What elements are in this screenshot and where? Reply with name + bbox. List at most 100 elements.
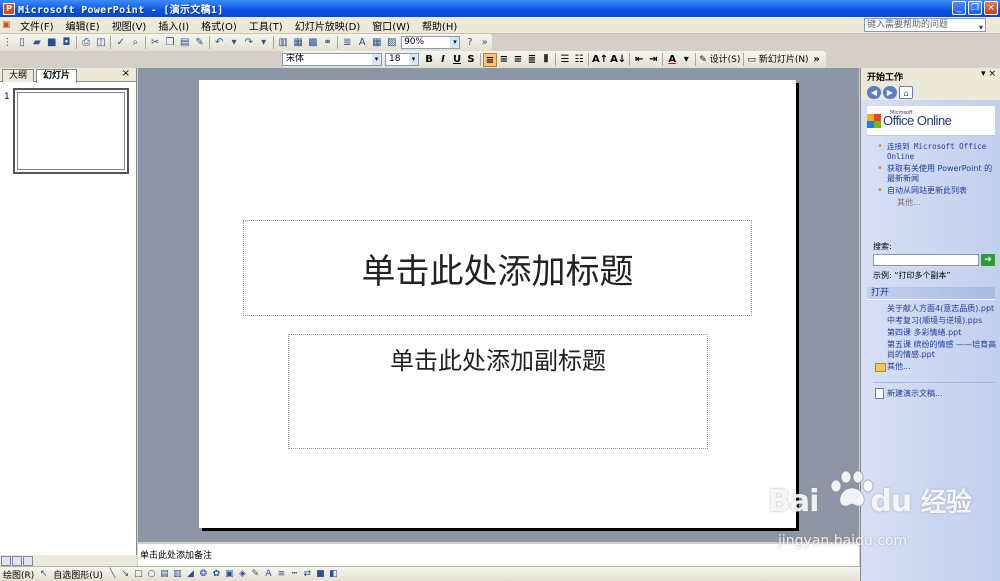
bullets-icon[interactable]: ☷ (572, 53, 586, 67)
notes-pane[interactable]: 单击此处添加备注 (138, 542, 859, 566)
recent-file[interactable]: 第五课 缤纷的情感 ——培育高尚的情感.ppt (873, 340, 997, 360)
undo-icon[interactable]: ↶ (212, 35, 227, 50)
title-bar[interactable]: P Microsoft PowerPoint - [演示文稿1] _ ❐ × (0, 0, 1000, 17)
shadow-button[interactable]: S (464, 53, 478, 67)
justify-icon[interactable]: ≣ (525, 53, 539, 67)
menu-format[interactable]: 格式(O) (195, 18, 243, 33)
autoshapes-menu-button[interactable]: 自选图形(U) (50, 568, 106, 581)
clipart-icon[interactable]: ✿ (210, 568, 223, 580)
dash-style-icon[interactable]: ┅ (288, 568, 301, 580)
font-size-select[interactable]: 18 ▾ (385, 53, 419, 66)
menu-slideshow[interactable]: 幻灯片放映(D) (289, 18, 367, 33)
title-placeholder[interactable]: 单击此处添加标题 (243, 220, 752, 316)
link-connect-office-online[interactable]: 连接到 Microsoft Office Online (871, 142, 997, 162)
insert-chart-icon[interactable]: ▥ (276, 35, 291, 50)
research-icon[interactable]: ⌕ (128, 35, 143, 50)
menu-file[interactable]: 文件(F) (14, 18, 60, 33)
print-icon[interactable]: ⎙ (79, 35, 94, 50)
normal-view-icon[interactable] (1, 555, 11, 566)
home-icon[interactable]: ⌂ (899, 85, 913, 99)
arrow-icon[interactable]: ↘ (119, 568, 132, 580)
chevron-down-icon[interactable]: ▾ (372, 54, 381, 65)
menu-view[interactable]: 视图(V) (106, 18, 153, 33)
chevron-down-icon[interactable]: ▾ (450, 37, 460, 48)
close-icon[interactable]: × (122, 68, 130, 79)
decrease-font-icon[interactable]: A↓ (609, 53, 627, 67)
search-input[interactable] (873, 254, 979, 266)
save-icon[interactable]: ■ (44, 35, 59, 50)
columns-icon[interactable]: ⫴ (539, 53, 553, 67)
restore-button[interactable]: ❐ (968, 1, 982, 15)
document-icon[interactable]: ▣ (2, 19, 12, 32)
redo-icon[interactable]: ↷ (241, 35, 256, 50)
print-preview-icon[interactable]: ◫ (94, 35, 109, 50)
slideshow-view-icon[interactable] (23, 555, 33, 566)
toolbar-options-icon[interactable]: » (477, 35, 492, 50)
help-search-input[interactable]: 键入需要帮助的问题 ▾ (864, 18, 986, 32)
slide-thumbnail[interactable] (13, 88, 129, 174)
arrow-style-icon[interactable]: ⇄ (301, 568, 314, 580)
line-style-icon[interactable]: ≡ (275, 568, 288, 580)
design-button[interactable]: ✎ 设计(S) (698, 53, 741, 67)
show-formatting-icon[interactable]: A (355, 35, 370, 50)
shadow-style-icon[interactable]: ■ (314, 568, 327, 580)
font-name-select[interactable]: 宋体 ▾ (282, 53, 382, 66)
zoom-select[interactable]: 90% ▾ (401, 36, 461, 49)
color-grayscale-icon[interactable]: ▨ (384, 35, 399, 50)
italic-button[interactable]: I (436, 53, 450, 67)
tab-outline[interactable]: 大纲 (2, 69, 35, 82)
recent-file[interactable]: 中考复习(顺境与逆境).pps (873, 316, 997, 326)
menu-tools[interactable]: 工具(T) (243, 18, 289, 33)
link-auto-update[interactable]: 自动从网站更新此列表 (871, 186, 997, 196)
align-right-icon[interactable]: ≡ (511, 53, 525, 67)
powerpoint-app-icon[interactable]: P (3, 2, 15, 15)
vertical-textbox-icon[interactable]: ▥ (171, 568, 184, 580)
slide-sorter-view-icon[interactable] (12, 555, 22, 566)
font-color-icon[interactable]: A (262, 568, 275, 580)
forward-icon[interactable]: ▶ (883, 85, 897, 99)
line-color-icon[interactable]: ✎ (249, 568, 262, 580)
chevron-down-icon[interactable]: ▾ (679, 53, 693, 67)
search-go-icon[interactable]: ➔ (981, 254, 995, 266)
draw-menu-button[interactable]: 绘图(R) (0, 568, 37, 581)
expand-all-icon[interactable]: ≣ (340, 35, 355, 50)
chevron-down-icon[interactable]: ▾ (981, 69, 986, 79)
format-painter-icon[interactable]: ✎ (192, 35, 207, 50)
increase-indent-icon[interactable]: ⇥ (646, 53, 660, 67)
underline-button[interactable]: U (450, 53, 464, 67)
new-icon[interactable]: ▯ (15, 35, 30, 50)
font-color-icon[interactable]: A (665, 53, 679, 67)
undo-dropdown-icon[interactable]: ▾ (227, 35, 242, 50)
picture-icon[interactable]: ▣ (223, 568, 236, 580)
tab-slides[interactable]: 幻灯片 (36, 69, 78, 83)
wordart-icon[interactable]: ◢ (184, 568, 197, 580)
back-icon[interactable]: ◀ (867, 85, 881, 99)
cut-icon[interactable]: ✂ (148, 35, 163, 50)
show-grid-icon[interactable]: ▦ (370, 35, 385, 50)
insert-table-icon[interactable]: ▦ (291, 35, 306, 50)
open-icon[interactable]: ▰ (30, 35, 45, 50)
link-latest-news[interactable]: 获取有关使用 PowerPoint 的最新新闻 (871, 164, 997, 184)
chevron-down-icon[interactable]: ▾ (409, 54, 418, 65)
3d-style-icon[interactable]: ◧ (327, 568, 340, 580)
textbox-icon[interactable]: ▤ (158, 568, 171, 580)
oval-icon[interactable]: ○ (145, 568, 158, 580)
insert-hyperlink-icon[interactable]: ⚭ (320, 35, 335, 50)
open-more-link[interactable]: 其他... (873, 362, 997, 372)
permission-icon[interactable]: ◘ (59, 35, 74, 50)
line-icon[interactable]: ╲ (106, 568, 119, 580)
menu-insert[interactable]: 插入(I) (152, 18, 195, 33)
bold-button[interactable]: B (422, 53, 436, 67)
align-center-icon[interactable]: ≡ (497, 53, 511, 67)
chevron-down-icon[interactable]: ▾ (979, 22, 983, 31)
minimize-button[interactable]: _ (952, 1, 966, 15)
link-more[interactable]: 其他... (871, 198, 997, 208)
select-objects-icon[interactable]: ↖ (37, 568, 50, 580)
fill-color-icon[interactable]: ◈ (236, 568, 249, 580)
menu-edit[interactable]: 编辑(E) (60, 18, 106, 33)
decrease-indent-icon[interactable]: ⇤ (632, 53, 646, 67)
spelling-icon[interactable]: ✓ (113, 35, 128, 50)
redo-dropdown-icon[interactable]: ▾ (256, 35, 271, 50)
rectangle-icon[interactable]: □ (132, 568, 145, 580)
toolbar-grip-icon[interactable]: ⋮ (0, 35, 15, 50)
